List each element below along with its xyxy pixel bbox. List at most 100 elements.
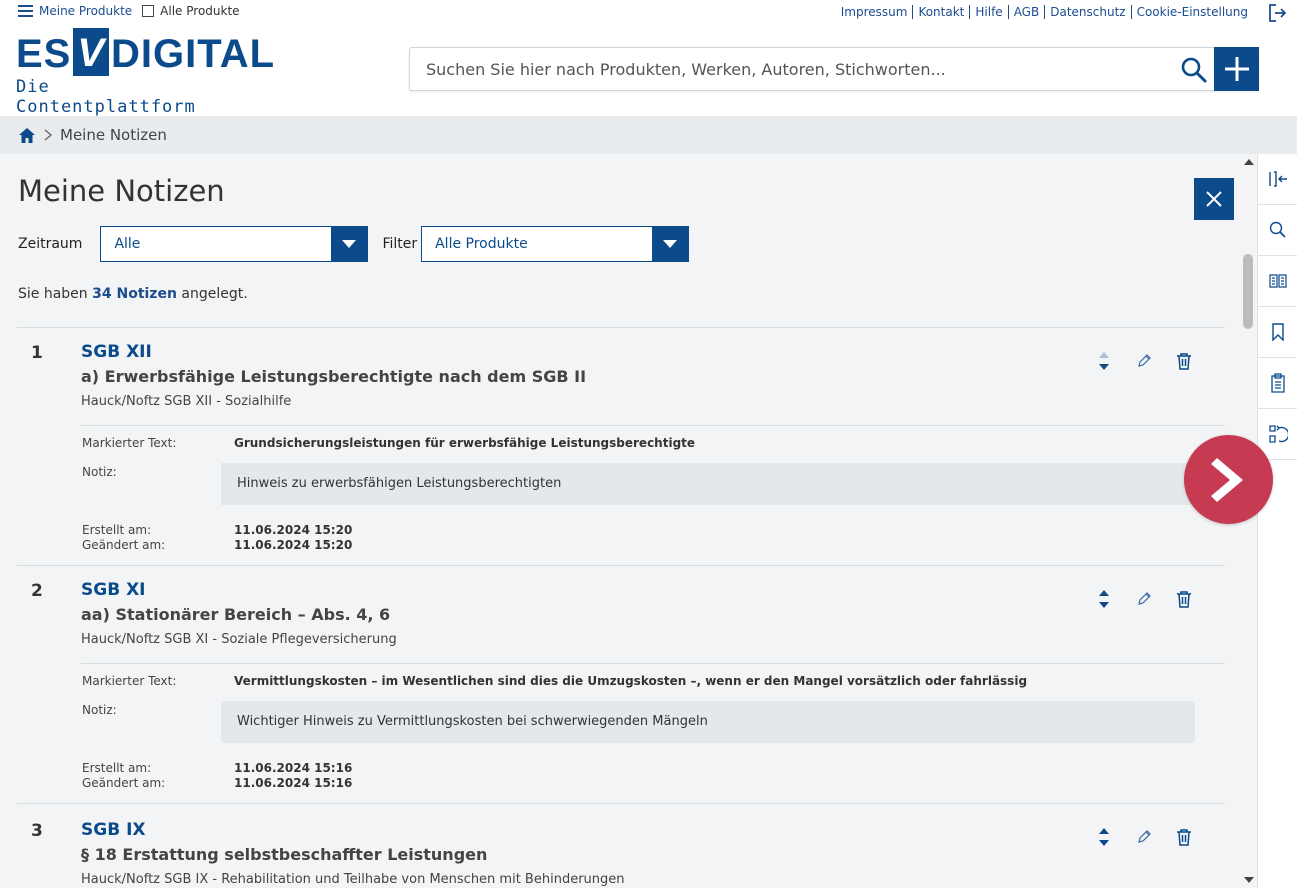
esv-digital-logo[interactable]: ES V DIGITAL Die Contentplattform [16,28,274,117]
alle-produkte-checkbox[interactable] [142,5,155,17]
search-icon[interactable] [1180,56,1208,84]
created-label: Erstellt am: [82,523,152,537]
chevron-down-icon [652,227,689,261]
notes-count: Sie haben 34 Notizen angelegt. [18,286,248,302]
logo-tagline: Die Contentplattform [16,77,196,117]
bookmark-icon [1272,323,1284,341]
filter-value: Alle Produkte [435,236,528,252]
kontakt-link[interactable]: Kontakt [913,5,971,19]
sidebar-toc-button[interactable] [1258,256,1297,307]
note-title-link[interactable]: aa) Stationärer Bereich – Abs. 4, 6 [81,605,390,624]
note-item: 1 SGB XII a) Erwerbsfähige Leistungsbere… [17,327,1225,565]
note-title-link[interactable]: § 18 Erstattung selbstbeschaffter Leistu… [81,845,487,864]
zeitraum-value: Alle [114,236,141,252]
right-toolbar [1257,154,1297,888]
breadcrumb-current: Meine Notizen [60,126,167,144]
sort-icon[interactable] [1093,826,1115,848]
note-number: 2 [31,581,43,601]
notes-panel: Meine Notizen Zeitraum Alle Filter Alle … [0,154,1242,888]
filter-row: Zeitraum Alle Filter Alle Produkte [18,226,690,262]
book-icon [1269,274,1287,288]
sort-icon[interactable] [1093,350,1115,372]
cookie-link[interactable]: Cookie-Einstellung [1132,5,1253,19]
logo-wordmark: ES V DIGITAL [16,28,274,76]
impressum-link[interactable]: Impressum [836,5,914,19]
changed-value: 11.06.2024 15:16 [234,776,353,790]
note-book: Hauck/Noftz SGB IX - Rehabilitation und … [81,872,625,887]
home-icon[interactable] [18,127,36,144]
zeitraum-label: Zeitraum [18,236,83,252]
edit-icon[interactable] [1133,826,1155,848]
menu-icon [18,5,33,17]
delete-icon[interactable] [1173,588,1195,610]
next-button[interactable] [1184,435,1273,524]
search-icon [1269,221,1286,238]
marked-text: Vermittlungskosten – im Wesentlichen sin… [234,674,1028,688]
close-icon [1206,191,1222,207]
top-left-links: Meine Produkte Alle Produkte [18,4,240,18]
note-label: Notiz: [82,703,117,717]
search-input[interactable] [426,48,1166,90]
note-actions [1093,588,1195,610]
service-links: Impressum Kontakt Hilfe AGB Datenschutz … [836,5,1253,19]
edit-icon[interactable] [1133,588,1155,610]
meine-produkte-label: Meine Produkte [39,4,133,18]
alle-produkte-toggle[interactable]: Alle Produkte [142,4,240,18]
created-value: 11.06.2024 15:16 [234,761,353,775]
chevron-right-icon [1210,457,1243,502]
hilfe-link[interactable]: Hilfe [970,5,1009,19]
note-text: Hinweis zu erwerbsfähigen Leistungsberec… [221,463,1195,505]
note-product-link[interactable]: SGB IX [81,820,146,840]
scroll-up-icon[interactable] [1244,158,1254,166]
note-label: Notiz: [82,465,117,479]
scrollbar-thumb[interactable] [1243,254,1253,329]
agb-link[interactable]: AGB [1009,5,1046,19]
breadcrumb: Meine Notizen [0,116,1297,154]
meine-produkte-link[interactable]: Meine Produkte [18,4,132,18]
changed-label: Geändert am: [82,538,166,552]
close-button[interactable] [1194,178,1234,220]
marked-label: Markierter Text: [82,674,177,688]
chevron-right-icon [44,129,53,141]
note-item: 3 SGB IX § 18 Erstattung selbstbeschafft… [17,803,1225,888]
note-actions [1093,826,1195,848]
changed-label: Geändert am: [82,776,166,790]
filter-select[interactable]: Alle Produkte [421,226,690,262]
plus-icon [1224,57,1249,81]
note-text: Wichtiger Hinweis zu Vermittlungskosten … [221,701,1195,743]
note-actions [1093,350,1195,372]
collapse-panel-button[interactable] [1258,154,1297,205]
scroll-down-icon[interactable] [1244,876,1254,884]
collapse-panel-icon [1269,171,1287,187]
sort-icon[interactable] [1093,588,1115,610]
note-product-link[interactable]: SGB XII [81,342,152,362]
divider [81,425,1225,426]
zeitraum-select[interactable]: Alle [100,226,369,262]
datenschutz-link[interactable]: Datenschutz [1045,5,1132,19]
clipboard-icon [1271,373,1285,393]
sidebar-notes-button[interactable] [1258,358,1297,409]
logout-icon[interactable] [1267,3,1287,23]
page-title: Meine Notizen [18,174,225,208]
sidebar-search-button[interactable] [1258,205,1297,256]
marked-text: Grundsicherungsleistungen für erwerbsfäh… [234,436,696,450]
note-book: Hauck/Noftz SGB XII - Sozialhilfe [81,394,292,409]
notes-count-value[interactable]: 34 Notizen [92,286,177,302]
note-product-link[interactable]: SGB XI [81,580,146,600]
search-bar [409,47,1259,91]
filter-label: Filter [382,236,418,252]
delete-icon[interactable] [1173,350,1195,372]
note-number: 1 [31,343,43,363]
delete-icon[interactable] [1173,826,1195,848]
note-item: 2 SGB XI aa) Stationärer Bereich – Abs. … [17,565,1225,803]
note-book: Hauck/Noftz SGB XI - Soziale Pflegeversi… [81,632,397,647]
top-bar: Meine Produkte Alle Produkte Impressum K… [0,0,1297,117]
advanced-search-button[interactable] [1214,47,1259,91]
changed-value: 11.06.2024 15:20 [234,538,353,552]
created-label: Erstellt am: [82,761,152,775]
edit-icon[interactable] [1133,350,1155,372]
created-value: 11.06.2024 15:20 [234,523,353,537]
chevron-down-icon [331,227,368,261]
sidebar-bookmarks-button[interactable] [1258,307,1297,358]
note-title-link[interactable]: a) Erwerbsfähige Leistungsberechtigte na… [81,367,586,386]
